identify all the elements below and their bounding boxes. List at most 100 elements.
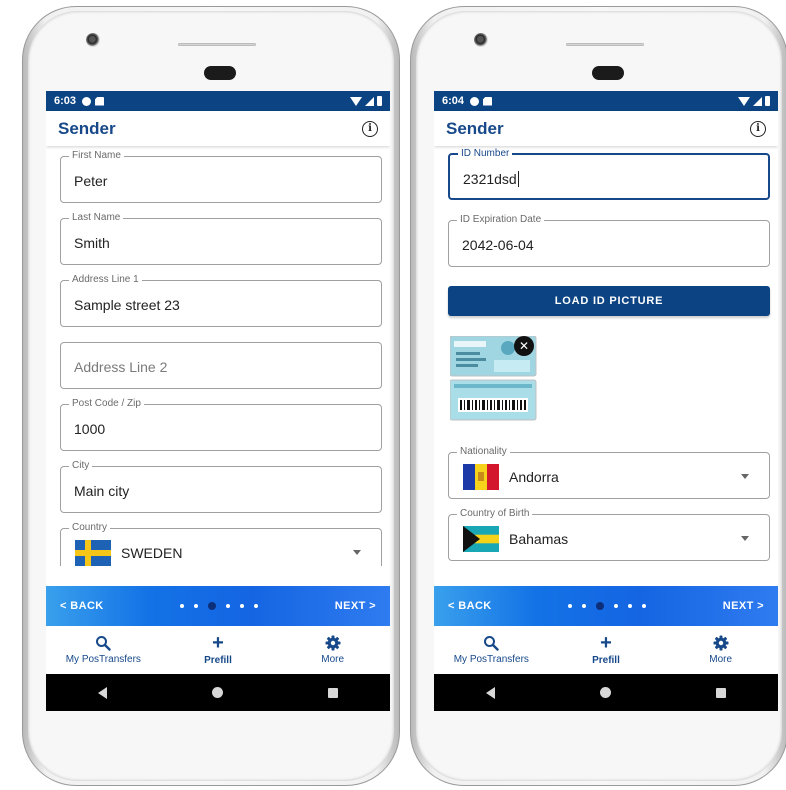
field-label: Last Name <box>69 212 124 224</box>
field-label: Nationality <box>457 446 510 458</box>
android-recents-icon[interactable] <box>327 687 338 698</box>
nav-prefill[interactable]: + Prefill <box>551 632 661 666</box>
field-label: Country <box>69 522 111 534</box>
step-dot-active <box>596 602 605 610</box>
country-select[interactable]: Country SWEDEN <box>60 522 382 566</box>
sender-id-form: ID Number 2321dsd ID Expiration Date 204… <box>434 146 778 566</box>
bottom-navigation: My PosTransfers + Prefill More <box>434 626 778 674</box>
field-value: SWEDEN <box>121 545 183 561</box>
last-name-field[interactable]: Last Name Smith <box>60 212 382 265</box>
android-home-icon[interactable] <box>599 687 611 698</box>
app-bar: Sender i <box>434 111 778 146</box>
gear-icon <box>713 635 729 651</box>
chevron-down-icon <box>353 550 361 555</box>
remove-picture-close-icon[interactable]: ✕ <box>514 336 534 356</box>
country-of-birth-select[interactable]: Country of Birth Bahamas <box>448 508 770 561</box>
step-dot <box>614 604 619 608</box>
id-expiration-date-field[interactable]: ID Expiration Date 2042-06-04 <box>448 214 770 267</box>
phone-bezel: 6:03 Sender i First Name Peter Last Name… <box>28 11 394 781</box>
signal-icon <box>365 96 374 106</box>
nationality-select[interactable]: Nationality Andorra <box>448 446 770 499</box>
city-field[interactable]: City Main city <box>60 460 382 513</box>
status-bar: 6:04 <box>434 91 778 111</box>
nav-prefill[interactable]: + Prefill <box>163 632 273 666</box>
post-code-field[interactable]: Post Code / Zip 1000 <box>60 398 382 451</box>
status-bar: 6:03 <box>46 91 390 111</box>
sender-form: First Name Peter Last Name Smith Address… <box>46 146 390 566</box>
chevron-down-icon <box>741 536 749 541</box>
address-line-2-field[interactable]: Address Line 2 <box>60 342 382 389</box>
speaker-grille <box>178 43 256 46</box>
step-dot <box>180 604 185 608</box>
nav-my-postransfers[interactable]: My PosTransfers <box>48 635 158 665</box>
field-label: First Name <box>69 150 124 162</box>
phone-right: 6:04 Sender i ID Number 2321dsd ID Expir… <box>410 6 786 786</box>
step-indicator <box>568 602 647 610</box>
chevron-down-icon <box>741 474 749 479</box>
id-number-field[interactable]: ID Number 2321dsd <box>448 148 770 200</box>
battery-icon <box>377 96 382 106</box>
field-label: Country of Birth <box>457 508 533 520</box>
nav-label: More <box>709 654 733 665</box>
field-label: Post Code / Zip <box>69 398 144 410</box>
info-icon[interactable]: i <box>750 120 766 137</box>
bahamas-flag-icon <box>463 526 499 552</box>
nav-label: Prefill <box>592 655 620 666</box>
address-line-1-field[interactable]: Address Line 1 Sample street 23 <box>60 274 382 327</box>
step-dot-active <box>208 602 217 610</box>
android-back-icon[interactable] <box>486 686 496 699</box>
speaker-grille <box>566 43 644 46</box>
status-time: 6:03 <box>54 95 77 107</box>
back-button[interactable]: < BACK <box>60 600 104 612</box>
front-camera <box>86 33 100 47</box>
field-value: Main city <box>74 483 130 499</box>
gear-icon <box>325 635 341 651</box>
next-button[interactable]: NEXT > <box>723 600 764 612</box>
nav-more[interactable]: More <box>278 635 388 665</box>
wifi-icon <box>350 96 362 106</box>
signal-icon <box>753 96 762 106</box>
nav-label: Prefill <box>204 655 232 666</box>
earpiece <box>592 66 624 80</box>
field-placeholder: Address Line 2 <box>74 359 168 375</box>
step-dot <box>582 604 587 608</box>
load-id-picture-button[interactable]: LOAD ID PICTURE <box>448 286 770 316</box>
page-title: Sender <box>58 118 116 138</box>
nav-more[interactable]: More <box>666 635 776 665</box>
back-button[interactable]: < BACK <box>448 600 492 612</box>
step-indicator <box>180 602 259 610</box>
field-value: 1000 <box>74 421 106 437</box>
plus-icon: + <box>600 632 612 654</box>
plus-icon: + <box>212 632 224 654</box>
battery-icon <box>765 96 770 106</box>
wizard-nav: < BACK NEXT > <box>46 586 390 626</box>
step-dot <box>568 604 573 608</box>
earpiece <box>204 66 236 80</box>
first-name-field[interactable]: First Name Peter <box>60 150 382 203</box>
android-home-icon[interactable] <box>211 687 223 698</box>
android-back-icon[interactable] <box>98 686 108 699</box>
sim-card-icon <box>95 96 105 106</box>
wizard-nav: < BACK NEXT > <box>434 586 778 626</box>
bottom-navigation: My PosTransfers + Prefill More <box>46 626 390 674</box>
nav-label: My PosTransfers <box>453 654 529 665</box>
step-dot <box>628 604 633 608</box>
andorra-flag-icon <box>463 464 499 490</box>
field-label: ID Expiration Date <box>457 214 545 226</box>
info-icon[interactable]: i <box>362 120 378 137</box>
nav-my-postransfers[interactable]: My PosTransfers <box>436 635 546 665</box>
step-dot <box>194 604 199 608</box>
field-value: 2321dsd <box>463 171 519 187</box>
android-recents-icon[interactable] <box>715 687 726 698</box>
step-dot <box>254 604 259 608</box>
next-button[interactable]: NEXT > <box>335 600 376 612</box>
front-camera <box>474 33 488 47</box>
screen-right: 6:04 Sender i ID Number 2321dsd ID Expir… <box>434 91 778 711</box>
app-bar: Sender i <box>46 111 390 146</box>
step-dot <box>226 604 231 608</box>
status-time: 6:04 <box>442 95 465 107</box>
sweden-flag-icon <box>75 540 111 566</box>
field-value: Andorra <box>509 469 559 485</box>
search-icon <box>484 636 500 651</box>
field-label: City <box>69 460 93 472</box>
